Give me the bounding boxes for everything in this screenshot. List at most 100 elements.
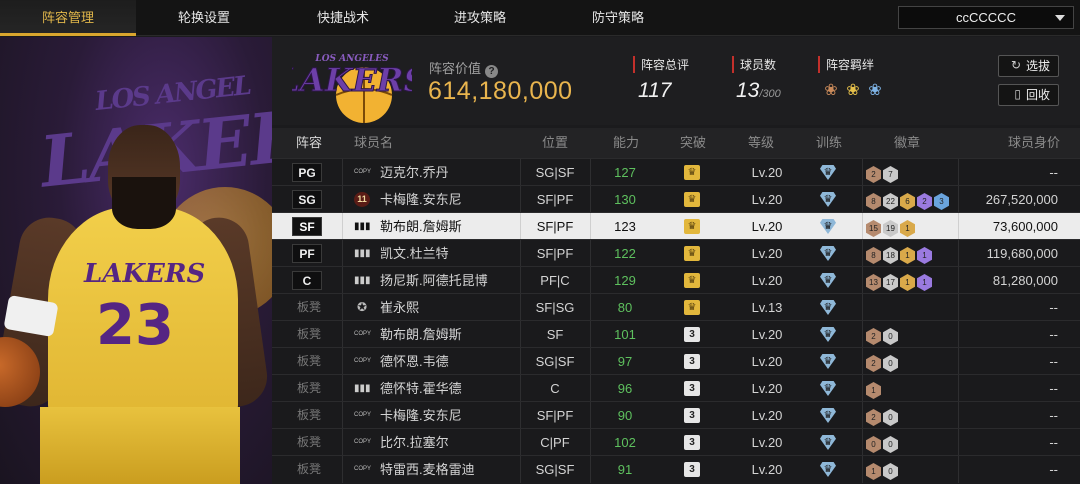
training-icon[interactable]: ♛	[820, 408, 836, 423]
training-icon[interactable]: ♛	[820, 327, 836, 342]
tab-offense-strategy[interactable]: 进攻策略	[412, 0, 548, 36]
copy-card-icon: COPY	[354, 412, 372, 418]
badge-hex-icon: 22	[883, 193, 898, 210]
bench-slot: 板凳	[297, 435, 322, 449]
player-ability: 130	[614, 192, 636, 207]
col-name: 球员名	[354, 135, 394, 150]
badge-hex-icon: 0	[883, 463, 898, 480]
player-position: SF|PF	[536, 219, 574, 234]
copy-card-icon: COPY	[354, 331, 372, 337]
training-icon[interactable]: ♛	[820, 165, 836, 180]
tab-quick-tactics[interactable]: 快捷战术	[275, 0, 411, 36]
training-icon[interactable]: ♛	[820, 300, 836, 315]
training-icon[interactable]: ♛	[820, 219, 836, 234]
svg-text:LAKERS: LAKERS	[292, 61, 412, 99]
tab-defense-strategy[interactable]: 防守策略	[550, 0, 686, 36]
training-icon[interactable]: ♛	[820, 381, 836, 396]
breakthrough-level-badge: 3	[684, 381, 700, 396]
player-name: 德怀特.霍华德	[380, 381, 462, 396]
table-row[interactable]: 板凳 COPY 勒布朗.詹姆斯 SF 101 3 Lv.20 ♛ 20 --	[272, 320, 1080, 348]
lineup-bond-label: 阵容羁绊	[818, 56, 874, 73]
badge-hex-icon: 1	[866, 463, 881, 480]
player-name: 凯文.杜兰特	[380, 246, 449, 261]
player-worth: 267,520,000	[985, 192, 1058, 207]
lineup-rating-label: 阵容总评	[633, 56, 689, 73]
table-row[interactable]: PG COPY 迈克尔.乔丹 SG|SF 127 ♛ Lv.20 ♛ 27 --	[272, 158, 1080, 186]
training-icon[interactable]: ♛	[820, 246, 836, 261]
player-position: SF	[546, 327, 564, 342]
badge-hex-icon: 2	[917, 193, 932, 210]
table-row[interactable]: 板凳 ▮▮▮ 德怀特.霍华德 C 96 3 Lv.20 ♛ 1 --	[272, 374, 1080, 402]
table-row[interactable]: 板凳 COPY 特雷西.麦格雷迪 SG|SF 91 3 Lv.20 ♛ 10 -…	[272, 455, 1080, 483]
crown-icon: ♛	[684, 192, 700, 207]
player-ability: 80	[617, 300, 633, 315]
lineup-slot-badge: PF	[292, 244, 322, 263]
select-button[interactable]: ↻ 选拔	[998, 55, 1059, 77]
bond-blue-icon[interactable]: ❀	[866, 82, 884, 100]
player-worth: --	[1049, 435, 1058, 450]
bench-slot: 板凳	[297, 354, 322, 368]
lineup-value-label: 阵容价值?	[429, 58, 499, 78]
table-body: PG COPY 迈克尔.乔丹 SG|SF 127 ♛ Lv.20 ♛ 27 --…	[272, 158, 1080, 483]
badge-hex-icon: 0	[883, 328, 898, 345]
player-ability: 97	[617, 354, 633, 369]
table-row[interactable]: SF ▮▮▮ 勒布朗.詹姆斯 SF|PF 123 ♛ Lv.20 ♛ 15 19 1…	[272, 212, 1080, 240]
badge-list: 8 18 1 1	[866, 245, 934, 264]
player-portrait: LOS ANGEL LAKER LAKERS 23	[0, 37, 272, 484]
tab-lineup-management[interactable]: 阵容管理	[0, 0, 136, 36]
player-worth: 119,680,000	[986, 246, 1058, 261]
bench-slot: 板凳	[297, 327, 322, 341]
lineup-slot-badge: PG	[292, 163, 322, 182]
player-position: SG|SF	[535, 354, 575, 369]
card-tier-icon: 11	[354, 192, 370, 207]
badge-hex-icon: 13	[866, 274, 881, 291]
col-position: 位置	[542, 135, 569, 150]
badge-hex-icon: 1	[900, 274, 915, 291]
badge-hex-icon: 1	[917, 247, 932, 264]
training-icon[interactable]: ♛	[820, 273, 836, 288]
bond-gold-icon[interactable]: ❀	[844, 82, 862, 100]
player-level: Lv.20	[751, 354, 783, 369]
copy-card-icon: COPY	[354, 358, 372, 364]
player-ability: 90	[617, 408, 633, 423]
lineup-summary: LOS ANGELES LAKERS 阵容价值? 614,180,000 阵容总…	[272, 37, 1080, 125]
tab-rotation-settings[interactable]: 轮换设置	[136, 0, 272, 36]
training-icon[interactable]: ♛	[820, 354, 836, 369]
table-row[interactable]: 板凳 COPY 卡梅隆.安东尼 SF|PF 90 3 Lv.20 ♛ 20 --	[272, 401, 1080, 429]
table-row[interactable]: PF ▮▮▮ 凯文.杜兰特 SF|PF 122 ♛ Lv.20 ♛ 8 18 1 1 …	[272, 239, 1080, 267]
training-icon[interactable]: ♛	[820, 462, 836, 477]
table-row[interactable]: 板凳 COPY 德怀恩.韦德 SG|SF 97 3 Lv.20 ♛ 20 --	[272, 347, 1080, 375]
player-level: Lv.20	[751, 462, 783, 477]
table-row[interactable]: 板凳 ✪ 崔永熙 SF|SG 80 ♛ Lv.13 ♛ --	[272, 293, 1080, 321]
badge-list: 20	[866, 353, 900, 372]
crown-icon: ♛	[684, 273, 700, 288]
lineup-slot-badge: SF	[292, 217, 322, 236]
player-name: 卡梅隆.安东尼	[380, 408, 462, 423]
recycle-button[interactable]: ▯ 回收	[998, 84, 1059, 106]
badge-list: 27	[866, 164, 900, 183]
player-name: 迈克尔.乔丹	[380, 165, 449, 180]
top-nav: 阵容管理 轮换设置 快捷战术 进攻策略 防守策略 ccCCCCC	[0, 0, 1080, 36]
table-row[interactable]: SG 11 卡梅隆.安东尼 SF|PF 130 ♛ Lv.20 ♛ 8 22 6 2 3…	[272, 185, 1080, 213]
table-row[interactable]: 板凳 COPY 比尔.拉塞尔 C|PF 102 3 Lv.20 ♛ 00 --	[272, 428, 1080, 456]
bars-card-icon: ▮▮▮	[354, 275, 371, 286]
table-header: 阵容 球员名 位置 能力 突破 等级 训练 徽章 球员身价	[272, 128, 1080, 158]
bond-bronze-icon[interactable]: ❀	[822, 82, 840, 100]
col-lineup: 阵容	[296, 135, 323, 150]
badge-hex-icon: 8	[866, 193, 881, 210]
bench-slot: 板凳	[297, 300, 322, 314]
bench-slot: 板凳	[297, 408, 322, 422]
player-worth: --	[1049, 381, 1058, 396]
player-ability: 101	[614, 327, 636, 342]
training-icon[interactable]: ♛	[820, 435, 836, 450]
training-icon[interactable]: ♛	[820, 192, 836, 207]
player-worth: --	[1049, 408, 1058, 423]
player-level: Lv.20	[751, 273, 783, 288]
player-position: SG|SF	[535, 165, 575, 180]
table-row[interactable]: C ▮▮▮ 扬尼斯.阿德托昆博 PF|C 129 ♛ Lv.20 ♛ 13 17 1…	[272, 266, 1080, 294]
badge-hex-icon: 1	[900, 247, 915, 264]
lineup-select-value: ccCCCCC	[956, 10, 1016, 25]
col-training: 训练	[816, 135, 843, 150]
lineup-select[interactable]: ccCCCCC	[898, 6, 1074, 29]
badge-list: 8 22 6 2 3	[866, 191, 951, 210]
